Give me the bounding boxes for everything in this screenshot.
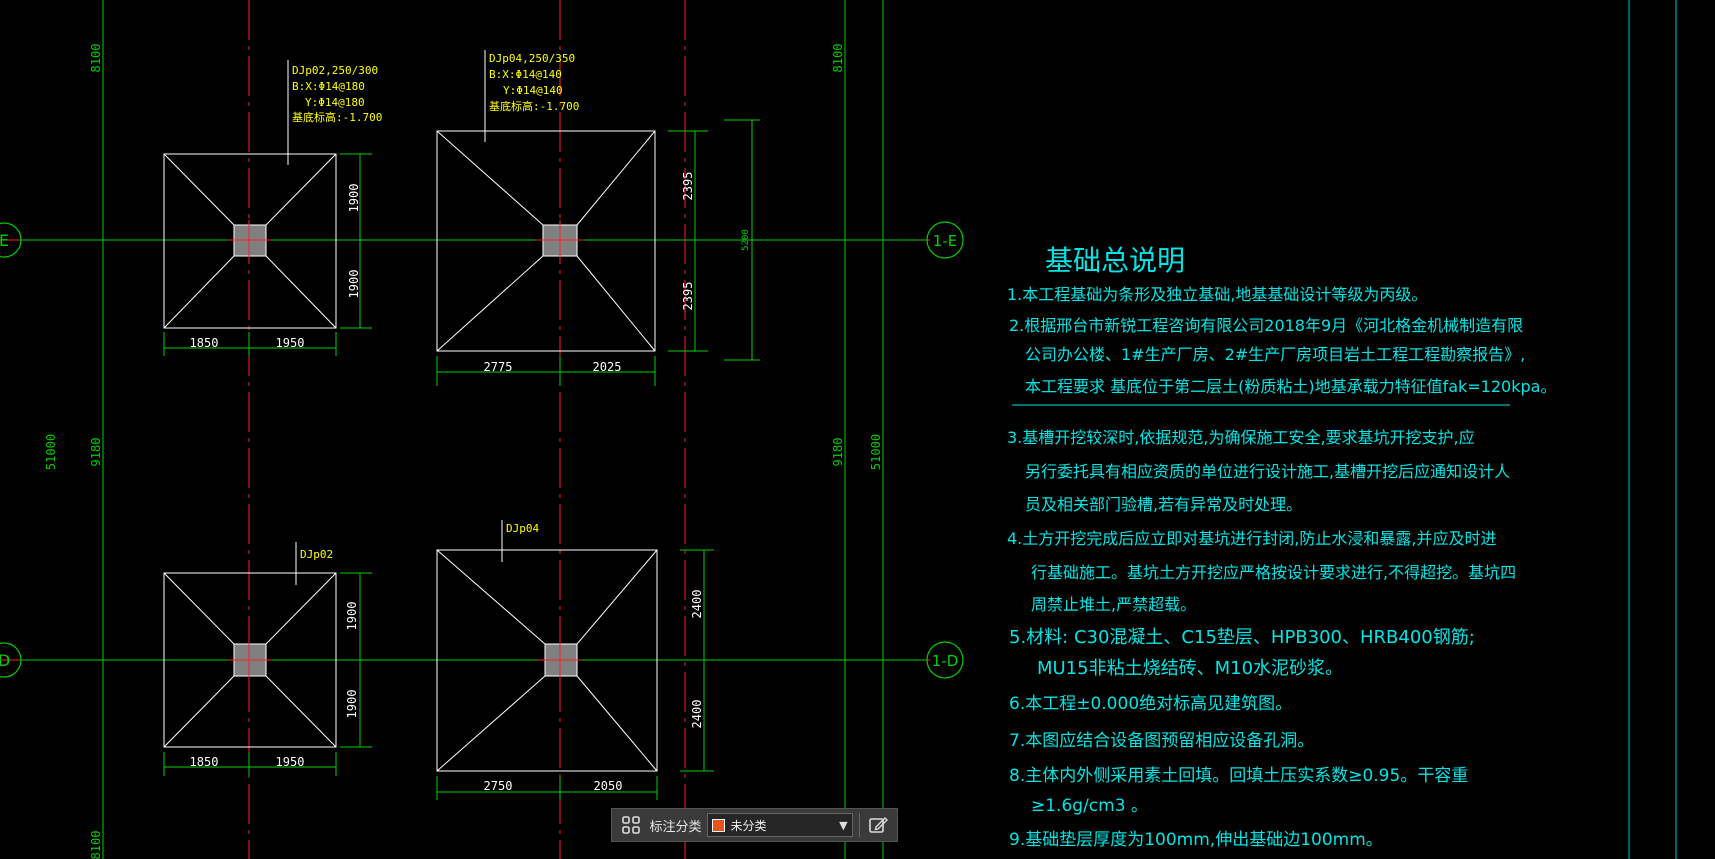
dim-right-top: 8100 — [831, 44, 845, 73]
note-line-17: 9.基础垫层厚度为100mm,伸出基础边100mm。 — [1009, 830, 1383, 850]
note-line-2: 2.根据邢台市新锐工程咨询有限公司2018年9月《河北格金机械制造有限 — [1009, 316, 1523, 335]
notes-title: 基础总说明 — [1045, 244, 1185, 277]
note-line-6: 另行委托具有相应资质的单位进行设计施工,基槽开挖后应通知设计人 — [1025, 462, 1510, 481]
note-line-1: 1.本工程基础为条形及独立基础,地基基础设计等级为丙级。 — [1007, 285, 1427, 304]
f1-label-2: B:X:Φ14@180 — [292, 80, 365, 93]
toolbar-divider — [858, 813, 860, 837]
annotation-category-select[interactable]: 未分类 ▼ — [707, 813, 853, 837]
svg-text:2025: 2025 — [593, 360, 622, 374]
note-line-8: 4.土方开挖完成后应立即对基坑进行封闭,防止水浸和暴露,并应及时进 — [1007, 529, 1496, 548]
svg-text:2775: 2775 — [484, 360, 513, 374]
annotation-toolbar: 标注分类 未分类 ▼ — [611, 808, 898, 842]
footing-2-right-dim — [668, 130, 708, 352]
note-line-3: 公司办公楼、1#生产厂房、2#生产厂房项目岩土工程工程勘察报告》, — [1025, 345, 1525, 364]
svg-text:1950: 1950 — [276, 755, 305, 769]
footing-4-bottom-dim — [436, 776, 658, 800]
dim-right-mid: 9180 — [831, 438, 845, 467]
note-line-11: 5.材料: C30混凝土、C15垫层、HPB300、HRB400钢筋; — [1009, 627, 1475, 648]
footing-djp02-bottom[interactable] — [163, 542, 372, 776]
note-line-10: 周禁止堆土,严禁超载。 — [1031, 595, 1196, 614]
footing-3-right-dim — [340, 572, 372, 748]
grid-bubble-d-right: 1-D — [926, 641, 964, 679]
footing-djp04-top[interactable] — [436, 50, 760, 386]
svg-text:2750: 2750 — [484, 779, 513, 793]
axis-lines — [0, 0, 930, 859]
dim-left-bottom: 8100 — [89, 831, 103, 859]
svg-text:1950: 1950 — [276, 336, 305, 350]
f3-label-1: DJp02 — [300, 548, 333, 561]
edit-icon[interactable] — [866, 812, 891, 838]
svg-text:2395: 2395 — [681, 172, 695, 201]
dim-left-mid: 9180 — [89, 438, 103, 467]
general-notes: 基础总说明 1.本工程基础为条形及独立基础,地基基础设计等级为丙级。 2.根据邢… — [1007, 244, 1556, 850]
f2-label-1: DJp04,250/350 — [489, 52, 575, 65]
note-line-15: 8.主体内外侧采用素土回填。回填土压实系数≥0.95。干容重 — [1009, 766, 1468, 786]
svg-text:1900: 1900 — [347, 270, 361, 299]
chevron-down-icon: ▼ — [839, 818, 848, 832]
dim-left-top: 8100 — [89, 44, 103, 73]
f1-label-3: Y:Φ14@180 — [305, 96, 365, 109]
category-select-value: 未分类 — [730, 818, 767, 833]
svg-text:5200: 5200 — [741, 229, 751, 251]
note-line-9: 行基础施工。基坑土方开挖应严格按设计要求进行,不得超挖。基坑四 — [1031, 563, 1516, 582]
f1-label-4: 基底标高:-1.700 — [292, 110, 382, 124]
category-color-swatch — [712, 818, 726, 832]
footing-labels: DJp02,250/300 B:X:Φ14@180 Y:Φ14@180 基底标高… — [292, 52, 579, 561]
note-line-4: 本工程要求 基底位于第二层土(粉质粘土)地基承载力特征值fak=120kpa。 — [1025, 377, 1556, 396]
f4-label-1: DJp04 — [506, 522, 539, 535]
svg-text:2395: 2395 — [681, 282, 695, 311]
f2-label-3: Y:Φ14@140 — [503, 84, 563, 97]
svg-text:1900: 1900 — [345, 690, 359, 719]
svg-text:1900: 1900 — [347, 184, 361, 213]
f2-label-2: B:X:Φ14@140 — [489, 68, 562, 81]
svg-text:E: E — [0, 231, 9, 250]
footing-2-bottom-dim — [436, 356, 656, 386]
note-line-7: 员及相关部门验槽,若有异常及时处理。 — [1025, 495, 1302, 514]
four-squares-icon[interactable] — [618, 812, 643, 838]
svg-text:1850: 1850 — [190, 336, 219, 350]
svg-text:1850: 1850 — [190, 755, 219, 769]
svg-text:1-D: 1-D — [932, 652, 959, 670]
svg-text:1900: 1900 — [345, 602, 359, 631]
svg-text:D: D — [0, 651, 10, 670]
dim-right-total: 51000 — [869, 434, 883, 470]
svg-text:2050: 2050 — [594, 779, 623, 793]
vertical-dim-texts: 8100 9180 51000 8100 8100 9180 51000 — [44, 44, 883, 859]
note-line-13: 6.本工程±0.000绝对标高见建筑图。 — [1009, 694, 1292, 714]
f2-label-4: 基底标高:-1.700 — [489, 99, 579, 113]
footing-dim-texts: 1850 1950 1900 1900 2775 2025 2395 2395 … — [190, 172, 751, 793]
cad-drawing[interactable]: E 1-E D 1-D 8100 9180 51000 8100 8100 91… — [0, 0, 1715, 859]
svg-text:2400: 2400 — [690, 700, 704, 729]
note-line-5: 3.基槽开挖较深时,依据规范,为确保施工安全,要求基坑开挖支护,应 — [1007, 428, 1475, 447]
svg-text:2400: 2400 — [690, 590, 704, 619]
note-line-16: ≥1.6g/cm3 。 — [1031, 796, 1148, 816]
f1-label-1: DJp02,250/300 — [292, 64, 378, 77]
dim-left-total: 51000 — [44, 434, 58, 470]
note-line-12: MU15非粘土烧结砖、M10水泥砂浆。 — [1037, 658, 1343, 679]
footing-1-right-dim — [340, 153, 372, 329]
svg-text:1-E: 1-E — [933, 232, 957, 250]
grid-bubble-e-right: 1-E — [926, 221, 964, 259]
note-line-14: 7.本图应结合设备图预留相应设备孔洞。 — [1009, 731, 1314, 751]
annotation-category-label: 标注分类 — [649, 818, 702, 834]
